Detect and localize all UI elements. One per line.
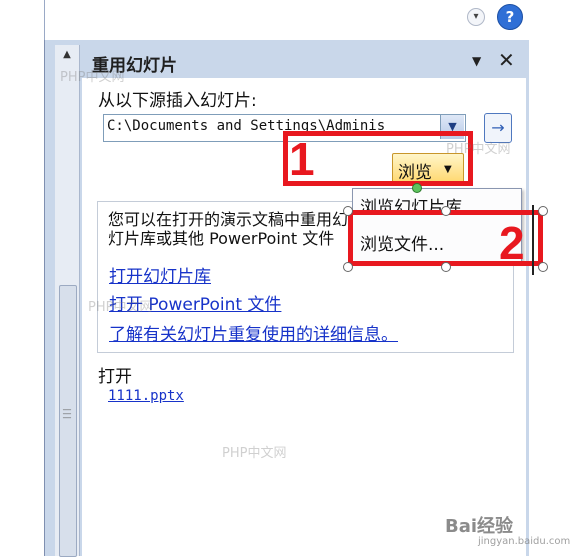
learn-more-link[interactable]: 了解有关幻灯片重复使用的详细信息。	[109, 320, 398, 345]
watermark: PHP中文网	[222, 446, 287, 461]
info-text: 您可以在打开的演示文稿中重用幻灯片库或其他 PowerPoint 文件	[108, 210, 349, 248]
watermark: PHP中文网	[88, 300, 153, 315]
pane-menu-icon[interactable]: ▼	[472, 54, 481, 68]
baidu-watermark-url: jingyan.baidu.com	[478, 536, 571, 547]
open-slide-library-link[interactable]: 打开幻灯片库	[109, 262, 211, 287]
help-icon[interactable]: ?	[497, 4, 523, 30]
selection-handle	[441, 206, 451, 216]
selection-handle	[343, 206, 353, 216]
open-section-title: 打开	[98, 367, 132, 387]
selection-handle	[441, 262, 451, 272]
selection-handle	[343, 262, 353, 272]
baidu-watermark: Bai经验	[445, 516, 514, 537]
watermark: PHP中文网	[446, 142, 511, 157]
recent-file-link[interactable]: 1111.pptx	[108, 388, 184, 404]
rotate-handle	[412, 183, 422, 193]
text-cursor-icon	[532, 205, 534, 275]
close-icon[interactable]: ✕	[498, 48, 515, 72]
annotation-label-1: 1	[289, 133, 315, 185]
scroll-up-icon[interactable]: ▲	[58, 48, 76, 62]
chevron-down-icon[interactable]: ▾	[467, 8, 485, 26]
source-label: 从以下源插入幻灯片:	[98, 91, 257, 111]
grip-icon: — — —	[62, 405, 72, 423]
selection-handle	[538, 262, 548, 272]
watermark: PHP中文网	[60, 70, 125, 85]
top-strip	[44, 0, 529, 40]
selection-handle	[538, 206, 548, 216]
annotation-label-2: 2	[499, 217, 525, 269]
